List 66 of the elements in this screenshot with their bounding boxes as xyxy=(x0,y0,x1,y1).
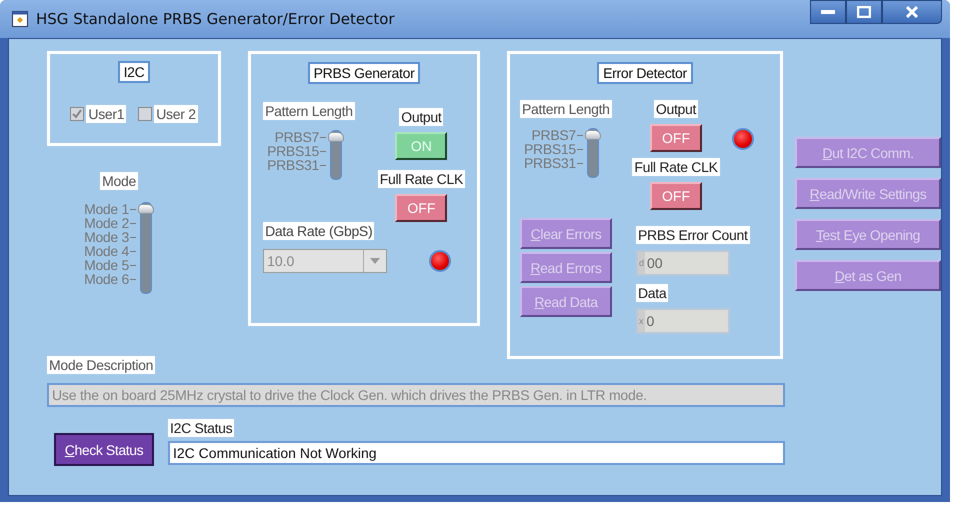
slider-stop[interactable]: Mode 5 xyxy=(84,258,154,272)
slider-tick-label: Mode 6 xyxy=(84,272,136,286)
toggle-button[interactable]: OFF xyxy=(650,124,702,152)
slider-track[interactable] xyxy=(140,202,152,294)
i2c-status-label: I2C Status xyxy=(168,419,234,437)
data-rate-dropdown[interactable]: 10.0 xyxy=(263,249,388,273)
slider-tick-label: PRBS15 xyxy=(267,144,326,158)
slider-thumb[interactable] xyxy=(328,132,344,142)
numeric-field[interactable]: d 00 xyxy=(636,250,730,276)
maximize-button[interactable] xyxy=(846,0,882,24)
toggle-button[interactable]: OFF xyxy=(395,194,448,222)
i2c-status-field: I2C Communication Not Working xyxy=(168,441,785,465)
error-count-label: PRBS Error Count xyxy=(636,226,750,244)
slider-stop[interactable]: PRBS31 xyxy=(267,158,344,172)
full-rate-clk-label: Full Rate CLK xyxy=(378,170,465,188)
data-rate-label: Data Rate (GbpS) xyxy=(263,222,374,240)
slider-tick-label: PRBS7 xyxy=(531,128,583,142)
group-title: I2C xyxy=(118,61,150,83)
mode-description-field: Use the on board 25MHz crystal to drive the Clock Gen. which drives the PRBS Gen. in LTR mode. xyxy=(47,383,785,407)
pattern-length-label: Pattern Length xyxy=(263,102,355,120)
slider-tick-label: Mode 1 xyxy=(84,202,136,216)
minimize-button[interactable] xyxy=(810,0,846,24)
caret-icon xyxy=(370,258,380,264)
output-label: Output xyxy=(654,100,698,118)
group-title: Error Detector xyxy=(597,62,693,84)
group-title: PRBS Generator xyxy=(308,62,420,84)
minimize-icon xyxy=(821,10,835,14)
check-status-button[interactable]: Check Status xyxy=(54,433,154,466)
slider-tick-label: PRBS15 xyxy=(524,142,583,156)
slider-tick-label: Mode 5 xyxy=(84,258,136,272)
toggle-button[interactable]: ON xyxy=(395,132,448,160)
mode-description-label: Mode Description xyxy=(47,356,156,374)
slider-stop[interactable]: Mode 2 xyxy=(84,216,154,230)
checkbox[interactable] xyxy=(138,107,152,121)
app-icon xyxy=(12,11,28,27)
slider-tick-label: PRBS31 xyxy=(267,158,326,172)
slider-thumb[interactable] xyxy=(584,130,601,140)
slider-tick-label: Mode 2 xyxy=(84,216,136,230)
slider-stop[interactable]: Mode 1 xyxy=(84,202,154,216)
toggle-button[interactable]: OFF xyxy=(650,182,702,210)
slider-stop[interactable]: Mode 3 xyxy=(84,230,154,244)
close-button[interactable] xyxy=(882,0,942,24)
slider-stop[interactable]: PRBS7 xyxy=(531,128,601,142)
slider-stop[interactable]: PRBS31 xyxy=(524,156,601,170)
close-icon xyxy=(906,6,918,18)
slider-stop[interactable]: PRBS15 xyxy=(524,142,601,156)
slider-tick-label: PRBS7 xyxy=(274,130,326,144)
slider-stop[interactable]: PRBS7 xyxy=(274,130,344,144)
slider-stop[interactable]: Mode 6 xyxy=(84,272,154,286)
output-label: Output xyxy=(399,108,444,126)
full-rate-clk-label: Full Rate CLK xyxy=(632,158,720,176)
slider-stop[interactable]: PRBS15 xyxy=(267,144,344,158)
window-title: HSG Standalone PRBS Generator/Error Detector xyxy=(36,10,396,28)
slider-stop[interactable]: Mode 4 xyxy=(84,244,154,258)
slider-tick-label: PRBS31 xyxy=(524,156,583,170)
pattern-length-label: Pattern Length xyxy=(520,100,612,118)
checkbox-label: User1 xyxy=(86,105,126,123)
slider-tick-label: Mode 3 xyxy=(84,230,136,244)
checkbox[interactable] xyxy=(70,107,84,121)
numeric-field[interactable]: x 0 xyxy=(636,308,730,334)
mode-label: Mode xyxy=(100,172,138,190)
data-label: Data xyxy=(636,284,668,302)
slider-thumb[interactable] xyxy=(138,204,154,214)
checkbox-label: User 2 xyxy=(154,105,198,123)
slider-tick-label: Mode 4 xyxy=(84,244,136,258)
maximize-icon xyxy=(857,6,871,18)
